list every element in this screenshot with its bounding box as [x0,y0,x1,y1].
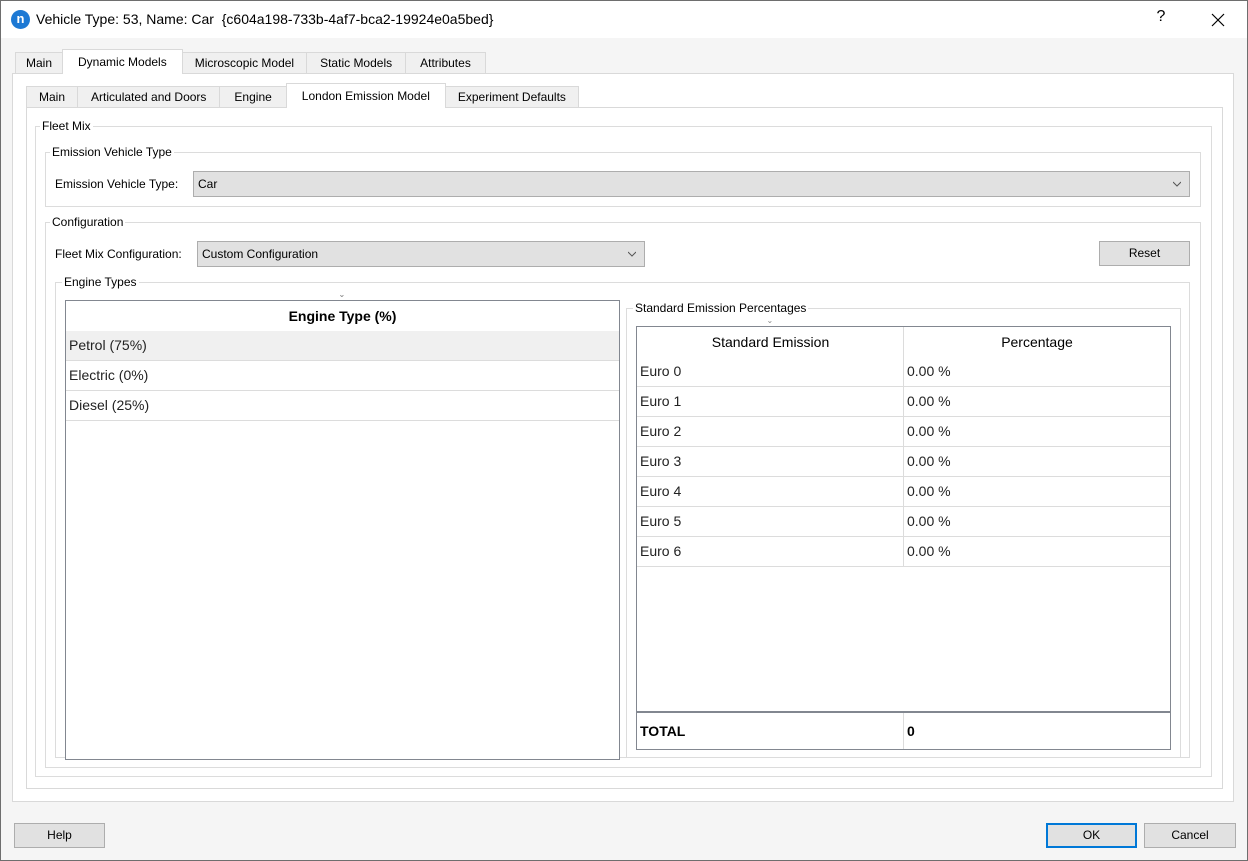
emission-vehicle-type-value: Car [198,177,218,191]
emission-row[interactable]: Euro 3 0.00 % [637,447,1170,477]
emission-vehicle-type-label: Emission Vehicle Type: [55,177,179,191]
engine-type-row-petrol[interactable]: Petrol (75%) [66,331,619,361]
help-button[interactable]: Help [14,823,105,848]
emission-percentage[interactable]: 0.00 % [904,387,951,417]
fleet-mix-configuration-value: Custom Configuration [202,247,319,261]
engine-type-column-header[interactable]: ⌄ Engine Type (%) [66,291,619,331]
engine-type-row-electric[interactable]: Electric (0%) [66,361,619,391]
help-title-button[interactable]: ? [1151,8,1171,26]
total-value: 0 [907,723,915,739]
emission-percentage[interactable]: 0.00 % [904,447,951,477]
close-button[interactable] [1205,7,1231,33]
emission-percentage[interactable]: 0.00 % [904,417,951,447]
fleet-mix-configuration-select[interactable]: Custom Configuration [197,241,645,267]
tab-dynamic-models[interactable]: Dynamic Models [62,49,183,74]
subtab-experiment-defaults[interactable]: Experiment Defaults [444,86,579,108]
emission-name: Euro 4 [640,483,682,499]
tab-static-models[interactable]: Static Models [306,52,407,74]
emission-row[interactable]: Euro 1 0.00 % [637,387,1170,417]
subtab-main[interactable]: Main [26,86,79,108]
total-label: TOTAL [640,723,686,739]
fleet-mix-configuration-label: Fleet Mix Configuration: [55,247,182,261]
configuration-group-label: Configuration [52,215,124,229]
window-title: Vehicle Type: 53, Name: Car {c604a198-73… [36,11,494,27]
tab-attributes[interactable]: Attributes [405,52,486,74]
percentage-column-header[interactable]: Percentage [904,327,1170,357]
standard-emission-header-label: Standard Emission [711,334,830,350]
emission-name: Euro 0 [640,363,682,379]
fleet-mix-label: Fleet Mix [42,119,91,133]
subtab-engine[interactable]: Engine [219,86,287,108]
cancel-button[interactable]: Cancel [1144,823,1236,848]
subtab-articulated-and-doors[interactable]: Articulated and Doors [77,86,221,108]
emission-percentage[interactable]: 0.00 % [904,537,951,567]
emission-row[interactable]: Euro 6 0.00 % [637,537,1170,567]
engine-type-header-label: Engine Type (%) [288,308,397,324]
emission-row[interactable]: Euro 4 0.00 % [637,477,1170,507]
standard-emission-column-header[interactable]: ⌄ Standard Emission [637,317,904,357]
standard-emission-table: ⌄ Standard Emission Percentage Euro 0 0.… [636,317,1171,750]
emission-vehicle-type-select[interactable]: Car [193,171,1190,197]
sort-indicator-icon: ⌄ [338,290,346,299]
vehicle-type-dialog: n Vehicle Type: 53, Name: Car {c604a198-… [0,0,1248,861]
emission-percentage[interactable]: 0.00 % [904,507,951,537]
chevron-down-icon [1173,181,1181,187]
emission-row[interactable]: Euro 2 0.00 % [637,417,1170,447]
ok-button[interactable]: OK [1046,823,1137,848]
column-divider [903,713,904,749]
tab-microscopic-model[interactable]: Microscopic Model [181,52,308,74]
title-bar: n Vehicle Type: 53, Name: Car {c604a198-… [1,1,1247,38]
sort-indicator-icon: ⌄ [766,316,774,325]
emission-vehicle-type-group-label: Emission Vehicle Type [52,145,172,159]
standard-emission-percentages-label: Standard Emission Percentages [635,301,807,315]
emission-row[interactable]: Euro 5 0.00 % [637,507,1170,537]
chevron-down-icon [628,251,636,257]
emission-name: Euro 2 [640,423,682,439]
app-logo-icon: n [11,10,30,29]
tab-main[interactable]: Main [15,52,64,74]
emission-row[interactable]: Euro 0 0.00 % [637,357,1170,387]
reset-button[interactable]: Reset [1099,241,1190,266]
emission-name: Euro 1 [640,393,682,409]
main-tab-bar: Main Dynamic Models Microscopic Model St… [15,49,486,74]
sub-tab-bar: Main Articulated and Doors Engine London… [26,83,579,108]
emission-percentage[interactable]: 0.00 % [904,357,951,387]
engine-type-row-diesel[interactable]: Diesel (25%) [66,391,619,421]
subtab-london-emission-model[interactable]: London Emission Model [285,83,446,108]
close-icon [1211,13,1225,27]
emission-percentage[interactable]: 0.00 % [904,477,951,507]
emission-name: Euro 5 [640,513,682,529]
engine-types-group-label: Engine Types [64,275,137,289]
emission-name: Euro 6 [640,543,682,559]
total-row: TOTAL 0 [637,711,1170,749]
emission-name: Euro 3 [640,453,682,469]
engine-types-table: ⌄ Engine Type (%) Petrol (75%) Electric … [65,291,620,760]
